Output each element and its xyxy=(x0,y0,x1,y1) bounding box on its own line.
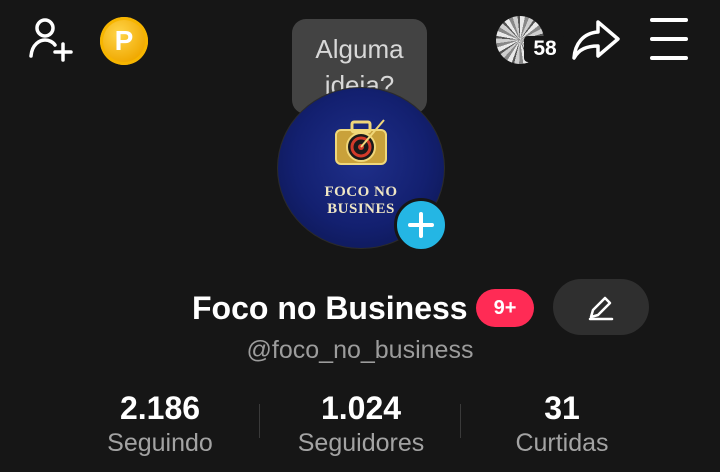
username: @foco_no_business xyxy=(246,336,474,364)
briefcase-target-logo xyxy=(335,119,387,165)
coins-button[interactable]: P xyxy=(100,17,148,65)
menu-line xyxy=(650,18,688,22)
add-friend-icon[interactable] xyxy=(28,16,76,62)
story-count-badge: 58 xyxy=(524,36,566,62)
menu-line xyxy=(650,56,688,60)
menu-icon[interactable] xyxy=(646,18,692,60)
person-plus-icon xyxy=(29,18,73,62)
stat-likes-label: Curtidas xyxy=(515,429,609,457)
stat-following-value: 2.186 xyxy=(119,390,201,426)
edit-profile-button[interactable] xyxy=(553,279,649,335)
add-photo-button[interactable] xyxy=(394,198,448,252)
menu-line xyxy=(650,37,688,41)
coin-icon: P xyxy=(114,25,134,56)
stat-followers-value: 1.024 xyxy=(320,390,402,426)
stat-divider xyxy=(460,404,461,438)
share-icon[interactable] xyxy=(570,18,622,62)
stat-following[interactable]: 2.186 Seguindo xyxy=(60,388,260,458)
plus-icon xyxy=(408,212,434,238)
pencil-icon xyxy=(588,296,614,321)
stat-followers-label: Seguidores xyxy=(297,429,425,457)
stat-likes-value: 31 xyxy=(544,390,580,426)
tooltip-line-1: Alguma xyxy=(315,33,404,64)
stat-followers[interactable]: 1.024 Seguidores xyxy=(261,388,461,458)
stat-following-label: Seguindo xyxy=(107,429,213,457)
stat-divider xyxy=(259,404,260,438)
stat-likes[interactable]: 31 Curtidas xyxy=(462,388,662,458)
notification-badge[interactable]: 9+ xyxy=(476,289,534,327)
display-name: Foco no Business xyxy=(192,290,468,326)
share-arrow-icon xyxy=(572,20,620,60)
